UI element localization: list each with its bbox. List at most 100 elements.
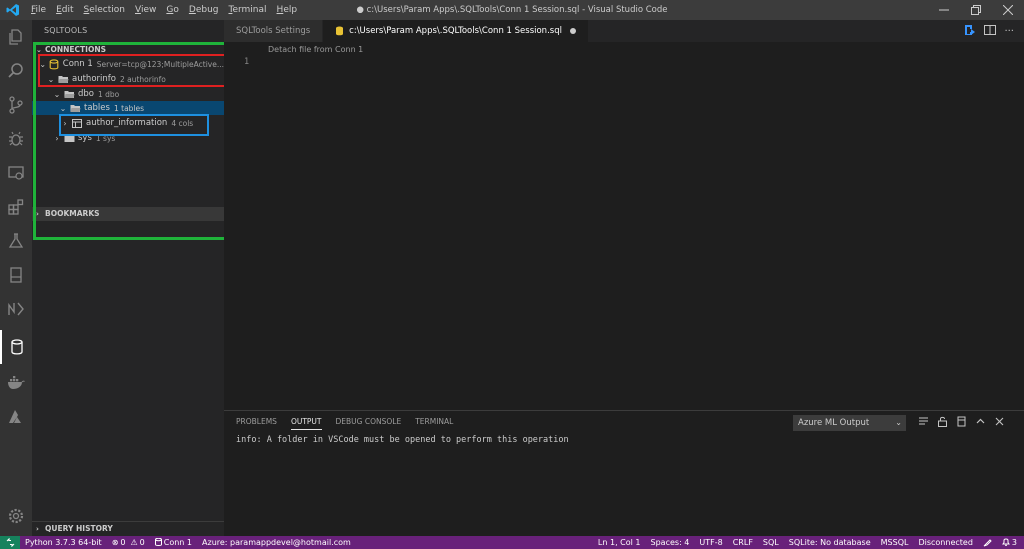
chevron-down-icon: ⌄ — [47, 74, 55, 84]
editor-tab-bar: SQLTools Settings c:\Users\Param Apps\.S… — [224, 20, 1024, 42]
feedback-icon[interactable] — [978, 538, 997, 547]
tree-item-authorinfo[interactable]: ⌄ authorinfo 2 authorinfo — [32, 72, 224, 86]
sqltools-sidebar: SQLTOOLS ⌄ CONNECTIONS ⌄ Conn 1 Server=t… — [32, 20, 224, 536]
end-of-line[interactable]: CRLF — [728, 538, 758, 547]
bottom-panel: PROBLEMS OUTPUT DEBUG CONSOLE TERMINAL A… — [224, 410, 1024, 536]
menu-debug[interactable]: Debug — [184, 0, 224, 20]
chevron-down-icon: ⌄ — [39, 59, 47, 69]
panel-tabs: PROBLEMS OUTPUT DEBUG CONSOLE TERMINAL — [236, 417, 453, 430]
chevron-right-icon: › — [63, 118, 67, 128]
table-icon — [70, 118, 84, 128]
menu-bar: File Edit Selection View Go Debug Termin… — [26, 0, 302, 20]
language-mode[interactable]: SQL — [758, 538, 784, 547]
explorer-icon[interactable] — [0, 20, 32, 54]
connection-status[interactable]: Disconnected — [913, 538, 977, 547]
tree-item-conn-1[interactable]: ⌄ Conn 1 Server=tcp@123;MultipleActive..… — [32, 57, 224, 71]
chevron-up-icon[interactable] — [975, 416, 986, 430]
python-interpreter[interactable]: Python 3.7.3 64-bit — [20, 538, 107, 548]
editor-actions: ··· — [964, 20, 1024, 42]
notifications[interactable]: 3 — [997, 537, 1022, 548]
activity-bar — [0, 20, 32, 536]
azure-ml-icon[interactable] — [0, 292, 32, 326]
chevron-right-icon: › — [36, 524, 39, 533]
bookmarks-section-header[interactable]: › BOOKMARKS — [32, 207, 224, 221]
close-icon[interactable] — [992, 0, 1024, 20]
output-message: info: A folder in VSCode must be opened … — [236, 435, 569, 445]
menu-edit[interactable]: Edit — [51, 0, 78, 20]
status-bar: Python 3.7.3 64-bit ⊗ 0 ⚠ 0 Conn 1 Azure… — [0, 536, 1024, 549]
tab-terminal[interactable]: TERMINAL — [415, 417, 453, 430]
chevron-down-icon: ⌄ — [59, 103, 67, 113]
settings-gear-icon[interactable] — [0, 499, 32, 533]
problems-counter[interactable]: ⊗ 0 ⚠ 0 — [107, 538, 150, 548]
minimize-icon[interactable] — [928, 0, 960, 20]
tree-item-dbo[interactable]: ⌄ dbo 1 dbo — [32, 87, 224, 101]
chevron-down-icon: ⌄ — [895, 418, 902, 427]
close-panel-icon[interactable] — [994, 416, 1005, 430]
indentation[interactable]: Spaces: 4 — [646, 538, 695, 547]
notebook-icon[interactable] — [0, 258, 32, 292]
search-icon[interactable] — [0, 54, 32, 88]
chevron-right-icon: › — [55, 133, 59, 143]
extensions-icon[interactable] — [0, 190, 32, 224]
menu-file[interactable]: File — [26, 0, 51, 20]
mssql-status[interactable]: MSSQL — [876, 538, 914, 547]
sidebar-title: SQLTOOLS — [44, 26, 88, 35]
azure-icon[interactable] — [0, 400, 32, 434]
chevron-right-icon: › — [36, 210, 39, 218]
chevron-down-icon: ⌄ — [53, 89, 61, 99]
query-history-section-header[interactable]: › QUERY HISTORY — [32, 521, 224, 535]
connection-database-icon — [47, 58, 60, 70]
panel-actions — [918, 416, 1005, 430]
tree-item-tables[interactable]: ⌄ tables 1 tables — [32, 101, 224, 115]
clear-output-icon[interactable] — [918, 416, 929, 430]
tab-debug-console[interactable]: DEBUG CONSOLE — [336, 417, 402, 430]
menu-view[interactable]: View — [130, 0, 161, 20]
open-in-editor-icon[interactable] — [956, 416, 967, 430]
docker-icon[interactable] — [0, 365, 32, 399]
database-icon — [154, 537, 162, 548]
file-encoding[interactable]: UTF-8 — [694, 538, 727, 547]
detach-file-codelens[interactable]: Detach file from Conn 1 — [268, 45, 363, 54]
cursor-position[interactable]: Ln 1, Col 1 — [593, 538, 646, 547]
tree-item-sys[interactable]: › sys 1 sys — [32, 131, 224, 145]
editor-area[interactable]: Detach file from Conn 1 1 — [224, 42, 1024, 410]
bell-icon — [1001, 537, 1010, 548]
menu-go[interactable]: Go — [161, 0, 184, 20]
remote-indicator-icon[interactable] — [0, 536, 20, 549]
split-editor-icon[interactable] — [984, 24, 997, 39]
status-left: Python 3.7.3 64-bit ⊗ 0 ⚠ 0 Conn 1 Azure… — [20, 537, 356, 548]
output-channel-select[interactable]: Azure ML Output ⌄ — [793, 415, 906, 431]
restore-icon[interactable] — [960, 0, 992, 20]
debug-icon[interactable] — [0, 122, 32, 156]
tab-conn-1-session[interactable]: c:\Users\Param Apps\.SQLTools\Conn 1 Ses… — [323, 20, 589, 42]
lock-icon[interactable] — [937, 416, 948, 430]
testing-flask-icon[interactable] — [0, 224, 32, 258]
status-right: Ln 1, Col 1 Spaces: 4 UTF-8 CRLF SQL SQL… — [593, 536, 1022, 549]
run-query-icon[interactable] — [964, 24, 976, 39]
tab-problems[interactable]: PROBLEMS — [236, 417, 277, 430]
folder-open-icon — [68, 104, 82, 113]
sql-file-database-icon — [335, 26, 344, 36]
warning-icon: ⚠ — [130, 538, 138, 547]
chevron-down-icon: ⌄ — [36, 46, 42, 54]
more-actions-icon[interactable]: ··· — [1004, 26, 1014, 37]
database-icon[interactable] — [0, 330, 32, 364]
menu-help[interactable]: Help — [272, 0, 303, 20]
vscode-logo-icon — [0, 0, 26, 20]
active-connection[interactable]: Conn 1 — [150, 537, 197, 548]
connections-section-header[interactable]: ⌄ CONNECTIONS — [32, 43, 224, 57]
sqlite-status[interactable]: SQLite: No database — [784, 538, 876, 547]
error-icon: ⊗ — [111, 538, 119, 547]
tab-sqltools-settings[interactable]: SQLTools Settings — [224, 20, 324, 42]
tree-item-author-information[interactable]: › author_information 4 cols — [32, 116, 224, 130]
window-controls — [928, 0, 1024, 20]
menu-selection[interactable]: Selection — [79, 0, 130, 20]
menu-terminal[interactable]: Terminal — [223, 0, 271, 20]
tab-output[interactable]: OUTPUT — [290, 417, 322, 430]
remote-explorer-icon[interactable] — [0, 156, 32, 190]
azure-account[interactable]: Azure: paramappdevel@hotmail.com — [197, 538, 356, 548]
folder-icon — [62, 134, 76, 143]
unsaved-dot-icon[interactable] — [569, 28, 576, 34]
source-control-icon[interactable] — [0, 88, 32, 122]
